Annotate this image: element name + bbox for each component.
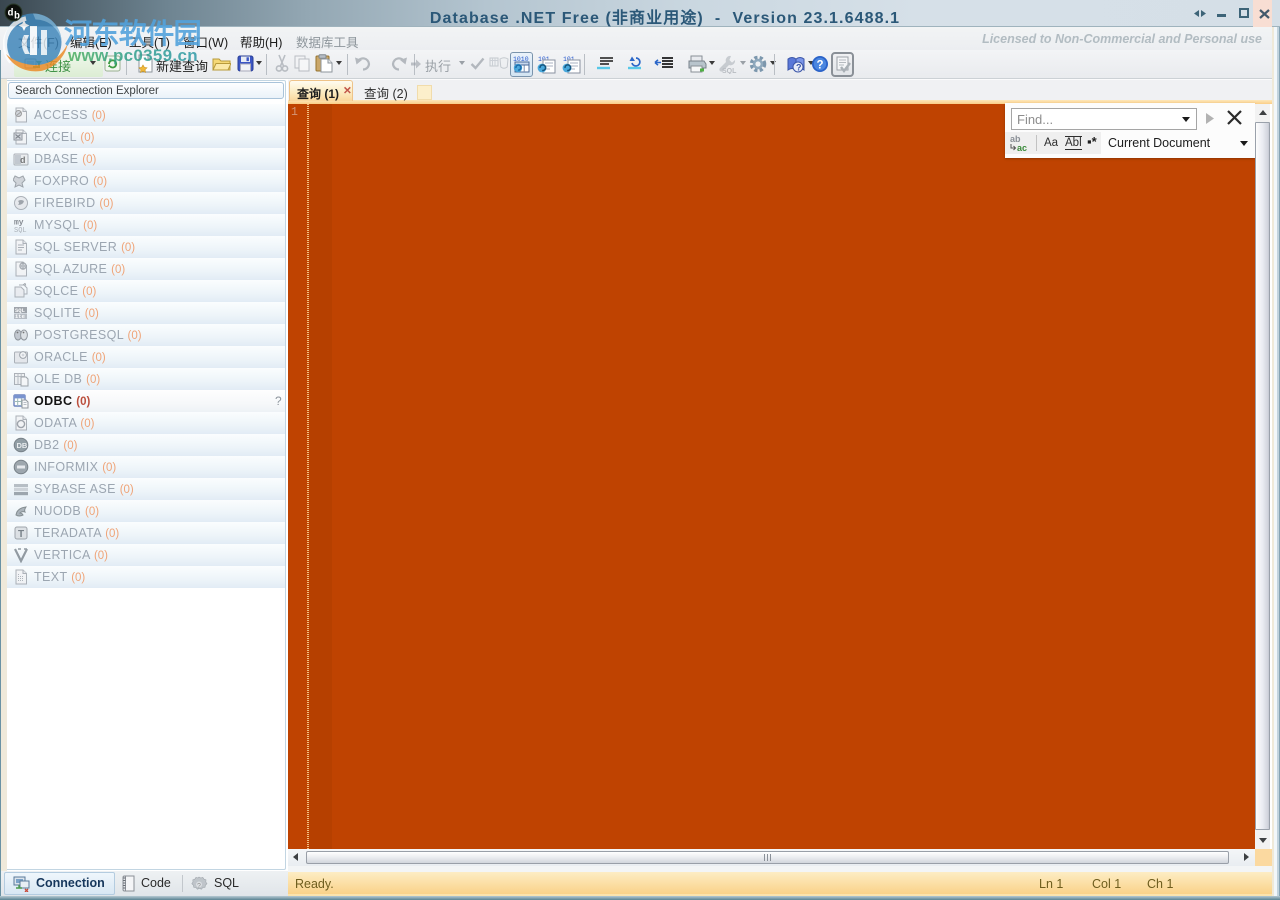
svg-text:b: b [14, 11, 20, 23]
svg-text:d: d [8, 8, 14, 20]
svg-text:SQL: SQL [722, 68, 737, 74]
svg-text:?: ? [197, 883, 201, 890]
svg-text:ite: ite [15, 313, 26, 320]
svg-text:?: ? [796, 63, 802, 73]
svg-text:d: d [20, 155, 26, 165]
svg-text:SQL: SQL [14, 227, 27, 233]
svg-text:ac: ac [1017, 143, 1027, 153]
svg-text:?: ? [817, 60, 824, 72]
svg-text:T: T [18, 529, 24, 540]
svg-text:DB: DB [17, 441, 28, 450]
